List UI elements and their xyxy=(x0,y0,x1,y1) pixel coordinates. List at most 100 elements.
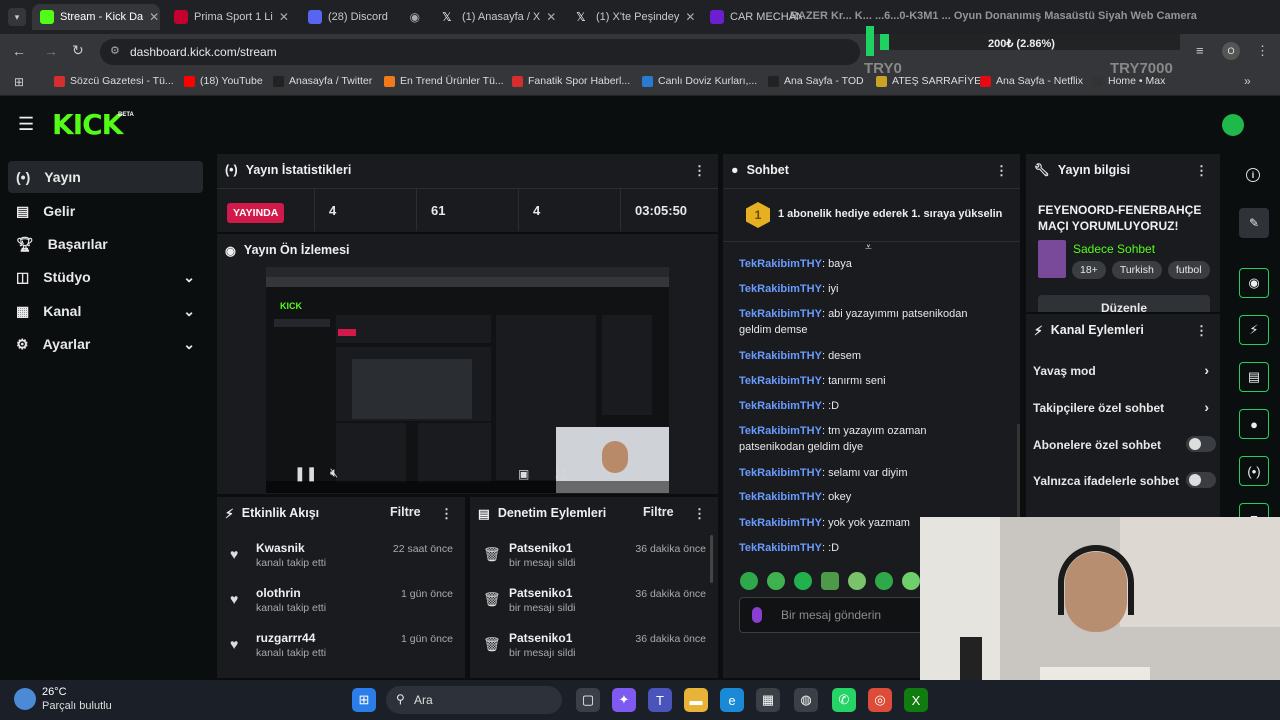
copilot-icon[interactable]: ✦ xyxy=(612,688,636,712)
reload-icon[interactable]: ↻ xyxy=(72,42,84,59)
chat-username[interactable]: TekRakibimTHY xyxy=(739,467,822,479)
more-options-icon[interactable]: ⋮ xyxy=(693,163,706,179)
bookmark-item[interactable]: Fanatik Spor Haberl... xyxy=(512,75,630,87)
collapse-icon[interactable]: ⩡ xyxy=(865,240,872,255)
teams-icon[interactable]: T xyxy=(648,688,672,712)
emote-icon[interactable] xyxy=(740,572,758,590)
taskbar-search[interactable]: ⚲ Ara xyxy=(386,686,562,714)
tab-x-follow[interactable]: 𝕏 (1) X'te Peşindey ✕ xyxy=(568,4,696,30)
chat-toggle-icon[interactable]: ● xyxy=(1239,409,1269,439)
tab-search-icon[interactable]: ▾ xyxy=(8,8,26,26)
more-options-icon[interactable]: ⋮ xyxy=(1195,323,1208,339)
tag-chip[interactable]: futbol xyxy=(1167,261,1210,279)
close-icon[interactable]: ✕ xyxy=(546,10,556,24)
store-icon[interactable]: ▦ xyxy=(756,688,780,712)
edge-icon[interactable]: e xyxy=(720,688,744,712)
task-view-icon[interactable]: ▢ xyxy=(576,688,600,712)
action-slow-mode[interactable]: Yavaş mod › xyxy=(1033,362,1213,378)
bookmark-item[interactable]: Canlı Doviz Kurları,... xyxy=(642,75,757,87)
menu-icon[interactable]: ⋮ xyxy=(1256,43,1269,59)
tab-x-home[interactable]: 𝕏 (1) Anasayfa / X ✕ xyxy=(434,4,562,30)
sidebar-item-ayarlar[interactable]: ⚙ Ayarlar ⌄ xyxy=(8,328,203,360)
chat-username[interactable]: TekRakibimTHY xyxy=(739,308,822,320)
close-icon[interactable]: ✕ xyxy=(685,10,695,24)
broadcast-toggle-icon[interactable]: (•) xyxy=(1239,456,1269,486)
event-username[interactable]: olothrin xyxy=(256,586,301,600)
bookmark-item[interactable]: En Trend Ürünler Tü... xyxy=(384,75,504,87)
preview-toggle-icon[interactable]: ◉ xyxy=(1239,268,1269,298)
file-explorer-icon[interactable]: ▬ xyxy=(684,688,708,712)
tag-chip[interactable]: 18+ xyxy=(1072,261,1106,279)
chat-username[interactable]: TekRakibimTHY xyxy=(739,258,822,270)
chrome-icon[interactable]: ◎ xyxy=(868,688,892,712)
emotes-only-toggle[interactable] xyxy=(1186,472,1216,488)
site-info-icon[interactable]: ⚙ xyxy=(110,44,120,57)
info-icon[interactable]: i xyxy=(1246,168,1260,182)
category-thumbnail[interactable] xyxy=(1038,240,1066,278)
sidebar-item-kanal[interactable]: ▦ Kanal ⌄ xyxy=(8,295,203,327)
record-icon[interactable]: ◉ xyxy=(410,10,420,24)
emote-icon[interactable] xyxy=(902,572,920,590)
profile-avatar[interactable]: O xyxy=(1222,42,1240,60)
close-icon[interactable]: ✕ xyxy=(149,10,159,24)
lightning-toggle-icon[interactable]: ⚡︎ xyxy=(1239,315,1269,345)
hamburger-icon[interactable]: ☰ xyxy=(18,114,34,135)
category-link[interactable]: Sadece Sohbet xyxy=(1073,242,1155,256)
chat-username[interactable]: TekRakibimTHY xyxy=(739,350,822,362)
chat-username[interactable]: TekRakibimTHY xyxy=(739,425,822,437)
bookmark-item[interactable]: Anasayfa / Twitter xyxy=(273,75,372,87)
forward-icon[interactable]: → xyxy=(44,43,58,59)
apps-grid-icon[interactable]: ⊞ xyxy=(14,75,24,89)
more-options-icon[interactable]: ⋮ xyxy=(995,163,1008,179)
tab-car-mechanic[interactable]: CAR MECHANI xyxy=(702,4,802,30)
back-icon[interactable]: ← xyxy=(12,43,26,59)
event-username[interactable]: ruzgarrr44 xyxy=(256,631,315,645)
event-username[interactable]: Kwasnik xyxy=(256,541,305,555)
more-bookmarks-icon[interactable]: » xyxy=(1244,74,1251,88)
edit-button[interactable]: Düzenle xyxy=(1038,295,1210,312)
chat-username[interactable]: TekRakibimTHY xyxy=(739,375,822,387)
event-username[interactable]: Patseniko1 xyxy=(509,586,572,600)
more-options-icon[interactable]: ⋮ xyxy=(440,506,453,522)
sidebar-item-yayin[interactable]: (•) Yayın xyxy=(8,161,203,193)
chat-username[interactable]: TekRakibimTHY xyxy=(739,517,822,529)
document-toggle-icon[interactable]: ▤ xyxy=(1239,362,1269,392)
bookmark-item[interactable]: Ana Sayfa - Netflix xyxy=(980,75,1083,87)
bookmark-item[interactable]: (18) YouTube xyxy=(184,75,263,87)
whatsapp-icon[interactable]: ✆ xyxy=(832,688,856,712)
weather-icon[interactable] xyxy=(14,688,36,710)
sidebar-item-gelir[interactable]: ▤ Gelir xyxy=(8,195,203,227)
stream-preview-video[interactable]: KICK ❚❚ 🔇︎ ▣ ⛶ xyxy=(266,267,669,493)
subscribers-only-toggle[interactable] xyxy=(1186,436,1216,452)
pencil-icon[interactable]: ✎ xyxy=(1239,208,1269,238)
mute-icon[interactable]: 🔇︎ xyxy=(330,465,338,481)
windows-start-icon[interactable]: ⊞ xyxy=(352,688,376,712)
emote-icon[interactable] xyxy=(794,572,812,590)
close-icon[interactable]: ✕ xyxy=(279,10,289,24)
emote-icon[interactable] xyxy=(767,572,785,590)
event-username[interactable]: Patseniko1 xyxy=(509,541,572,555)
tag-chip[interactable]: Turkish xyxy=(1111,261,1162,279)
sidebar-item-basarilar[interactable]: 🏆︎ Başarılar xyxy=(8,228,203,260)
emote-icon[interactable] xyxy=(821,572,839,590)
media-icon[interactable]: ≡ xyxy=(1196,43,1204,58)
chat-username[interactable]: TekRakibimTHY xyxy=(739,283,822,295)
filter-button[interactable]: Filtre xyxy=(643,505,674,519)
chat-username[interactable]: TekRakibimTHY xyxy=(739,491,822,503)
scrollbar[interactable] xyxy=(710,535,713,583)
chat-message-input[interactable]: Bir mesaj gönderin xyxy=(739,597,939,633)
url-field[interactable]: ⚙ dashboard.kick.com/stream xyxy=(100,39,860,65)
action-followers-only[interactable]: Takipçilere özel sohbet › xyxy=(1033,399,1213,415)
emote-icon[interactable] xyxy=(848,572,866,590)
tab-kick[interactable]: Stream - Kick Da ✕ xyxy=(32,4,160,30)
obs-icon[interactable]: ◍ xyxy=(794,688,818,712)
filter-button[interactable]: Filtre xyxy=(390,505,421,519)
emote-icon[interactable] xyxy=(875,572,893,590)
pip-icon[interactable]: ▣ xyxy=(518,467,529,481)
event-username[interactable]: Patseniko1 xyxy=(509,631,572,645)
chat-username[interactable]: TekRakibimTHY xyxy=(739,542,822,554)
bookmark-item[interactable]: Sözcü Gazetesi - Tü... xyxy=(54,75,174,87)
chat-username[interactable]: TekRakibimTHY xyxy=(739,400,822,412)
fullscreen-icon[interactable]: ⛶ xyxy=(556,467,564,482)
sidebar-item-studyo[interactable]: ◫ Stüdyo ⌄ xyxy=(8,261,203,293)
